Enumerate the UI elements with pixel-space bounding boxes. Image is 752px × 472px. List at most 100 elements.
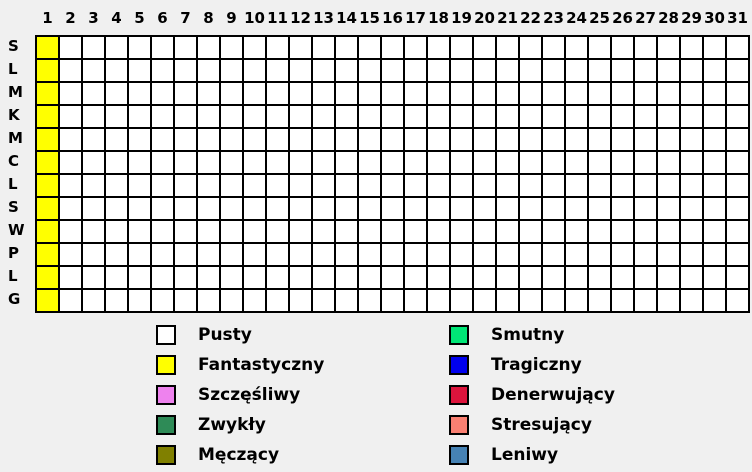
day-cell[interactable] [405, 129, 428, 152]
day-cell[interactable] [681, 83, 704, 106]
day-cell[interactable] [566, 129, 589, 152]
day-cell[interactable] [290, 267, 313, 290]
day-cell[interactable] [129, 221, 152, 244]
day-cell[interactable] [543, 37, 566, 60]
day-cell[interactable] [267, 290, 290, 313]
day-cell[interactable] [83, 129, 106, 152]
day-cell[interactable] [336, 198, 359, 221]
day-cell[interactable] [267, 175, 290, 198]
day-cell[interactable] [313, 198, 336, 221]
day-cell[interactable] [175, 106, 198, 129]
day-cell[interactable] [520, 175, 543, 198]
day-cell[interactable] [175, 198, 198, 221]
day-cell[interactable] [635, 244, 658, 267]
day-cell[interactable] [543, 221, 566, 244]
day-cell[interactable] [681, 152, 704, 175]
day-cell[interactable] [129, 60, 152, 83]
day-cell[interactable] [405, 221, 428, 244]
day-cell[interactable] [405, 290, 428, 313]
day-cell[interactable] [359, 175, 382, 198]
day-cell[interactable] [612, 244, 635, 267]
day-cell[interactable] [267, 221, 290, 244]
day-cell[interactable] [83, 83, 106, 106]
day-cell[interactable] [681, 267, 704, 290]
day-cell[interactable] [451, 175, 474, 198]
day-cell[interactable] [405, 244, 428, 267]
day-cell[interactable] [175, 152, 198, 175]
day-cell[interactable] [681, 106, 704, 129]
day-cell[interactable] [267, 267, 290, 290]
day-cell[interactable] [336, 175, 359, 198]
day-cell[interactable] [336, 290, 359, 313]
day-cell[interactable] [60, 37, 83, 60]
day-cell[interactable] [405, 175, 428, 198]
day-cell[interactable] [106, 152, 129, 175]
day-cell[interactable] [658, 129, 681, 152]
day-cell[interactable] [566, 37, 589, 60]
day-cell[interactable] [267, 37, 290, 60]
day-cell[interactable] [635, 152, 658, 175]
day-cell[interactable] [658, 152, 681, 175]
day-cell[interactable] [520, 198, 543, 221]
day-cell[interactable] [543, 106, 566, 129]
day-cell[interactable] [497, 152, 520, 175]
day-cell[interactable] [497, 83, 520, 106]
day-cell[interactable] [290, 106, 313, 129]
day-cell[interactable] [635, 37, 658, 60]
day-cell[interactable] [175, 267, 198, 290]
day-cell[interactable] [520, 267, 543, 290]
day-cell[interactable] [704, 290, 727, 313]
day-cell[interactable] [428, 106, 451, 129]
day-cell[interactable] [497, 267, 520, 290]
day-cell[interactable] [474, 290, 497, 313]
day-cell[interactable] [589, 129, 612, 152]
day-cell[interactable] [612, 175, 635, 198]
day-cell[interactable] [704, 129, 727, 152]
day-cell[interactable] [658, 221, 681, 244]
day-cell[interactable] [589, 152, 612, 175]
day-cell[interactable] [658, 60, 681, 83]
day-cell[interactable] [267, 129, 290, 152]
day-cell[interactable] [198, 267, 221, 290]
day-cell[interactable] [405, 106, 428, 129]
day-cell[interactable] [382, 290, 405, 313]
day-cell[interactable] [474, 152, 497, 175]
day-cell[interactable] [566, 198, 589, 221]
day-cell[interactable] [451, 290, 474, 313]
day-cell[interactable] [681, 244, 704, 267]
day-cell[interactable] [520, 290, 543, 313]
day-cell[interactable] [244, 152, 267, 175]
day-cell[interactable] [497, 198, 520, 221]
day-cell[interactable] [60, 290, 83, 313]
day-cell[interactable] [221, 129, 244, 152]
day-cell[interactable] [129, 83, 152, 106]
day-cell[interactable] [336, 244, 359, 267]
day-cell[interactable] [60, 198, 83, 221]
day-cell[interactable] [382, 129, 405, 152]
day-cell[interactable] [704, 106, 727, 129]
day-cell[interactable] [313, 290, 336, 313]
day-cell[interactable] [497, 129, 520, 152]
day-cell[interactable] [336, 152, 359, 175]
day-cell[interactable] [60, 267, 83, 290]
day-cell[interactable] [658, 267, 681, 290]
day-cell[interactable] [635, 175, 658, 198]
day-cell[interactable] [589, 267, 612, 290]
day-cell[interactable] [497, 175, 520, 198]
day-cell[interactable] [290, 198, 313, 221]
day-cell[interactable] [405, 83, 428, 106]
day-cell[interactable] [106, 106, 129, 129]
day-cell[interactable] [520, 221, 543, 244]
day-cell[interactable] [60, 175, 83, 198]
day-cell[interactable] [152, 60, 175, 83]
day-cell[interactable] [428, 198, 451, 221]
day-cell[interactable] [704, 244, 727, 267]
day-cell[interactable] [428, 129, 451, 152]
day-cell[interactable] [267, 244, 290, 267]
day-cell[interactable] [129, 152, 152, 175]
day-cell[interactable] [175, 129, 198, 152]
day-cell[interactable] [60, 106, 83, 129]
day-cell[interactable] [681, 221, 704, 244]
day-cell[interactable] [405, 152, 428, 175]
day-cell[interactable] [612, 83, 635, 106]
